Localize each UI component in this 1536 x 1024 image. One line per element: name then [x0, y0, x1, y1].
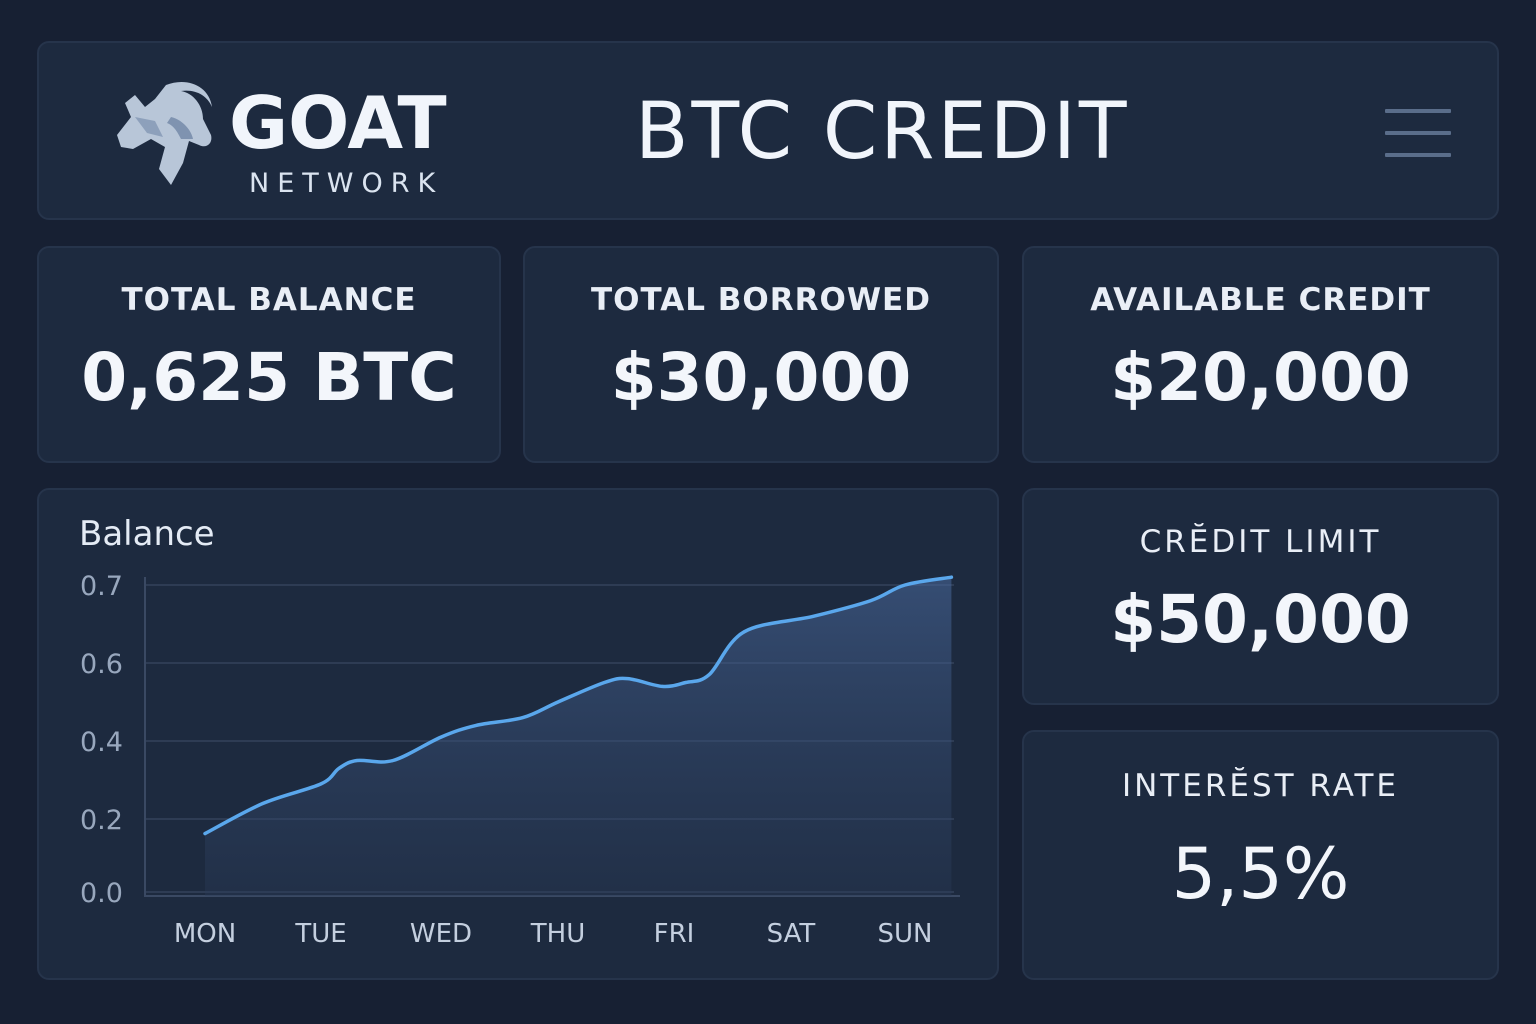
total-balance-value: 0,625 BTC [81, 339, 457, 416]
header-bar: GOAT NETWORK BTC CREDIT [37, 41, 1499, 220]
x-tick-label-fri: FRI [654, 919, 695, 949]
hamburger-menu-icon[interactable] [1383, 105, 1453, 161]
balance-chart-card: Balance 0.7 0.6 0.4 0.2 0.0 MON TUE WED THU FRI SA… [37, 488, 999, 980]
y-tick-label: 0.0 [80, 878, 123, 909]
goat-head-icon [117, 81, 212, 185]
interest-rate-label: INTERĔST RATE [1121, 768, 1400, 804]
brand-subtitle: NETWORK [249, 168, 444, 199]
x-tick-label-tue: TUE [294, 919, 346, 949]
available-credit-card: AVAILABLE CREDIT $20,000 [1022, 246, 1499, 463]
interest-rate-card: INTERĔST RATE 5,5% [1022, 730, 1499, 980]
total-balance-card: TOTAL BALANCE 0,625 BTC [37, 246, 501, 463]
total-borrowed-label: TOTAL BORROWED [591, 282, 931, 318]
available-credit-label: AVAILABLE CREDIT [1090, 282, 1431, 318]
x-tick-label-sun: SUN [878, 919, 933, 949]
x-tick-label-sat: SAT [767, 919, 816, 949]
x-tick-label-thu: THU [530, 919, 585, 949]
credit-limit-card: CRĔDIT LIMIT $50,000 [1022, 488, 1499, 705]
balance-area-fill [205, 577, 952, 896]
x-tick-label-mon: MON [174, 919, 236, 949]
y-tick-label: 0.7 [80, 571, 123, 602]
available-credit-value: $20,000 [1110, 339, 1411, 416]
y-tick-label: 0.2 [80, 805, 123, 836]
page-title: BTC CREDIT [635, 87, 1130, 177]
credit-limit-value: $50,000 [1110, 581, 1411, 658]
brand-name: GOAT [229, 81, 447, 165]
total-balance-label: TOTAL BALANCE [121, 282, 417, 318]
y-tick-label: 0.4 [80, 727, 123, 758]
credit-limit-label: CRĔDIT LIMIT [1139, 524, 1382, 560]
balance-chart: 0.7 0.6 0.4 0.2 0.0 MON TUE WED THU FRI SAT SUN [80, 571, 960, 949]
total-borrowed-value: $30,000 [610, 339, 912, 416]
total-borrowed-card: TOTAL BORROWED $30,000 [523, 246, 999, 463]
x-tick-label-wed: WED [410, 919, 472, 949]
interest-rate-value: 5,5% [1171, 833, 1350, 915]
y-tick-label: 0.6 [80, 649, 123, 680]
